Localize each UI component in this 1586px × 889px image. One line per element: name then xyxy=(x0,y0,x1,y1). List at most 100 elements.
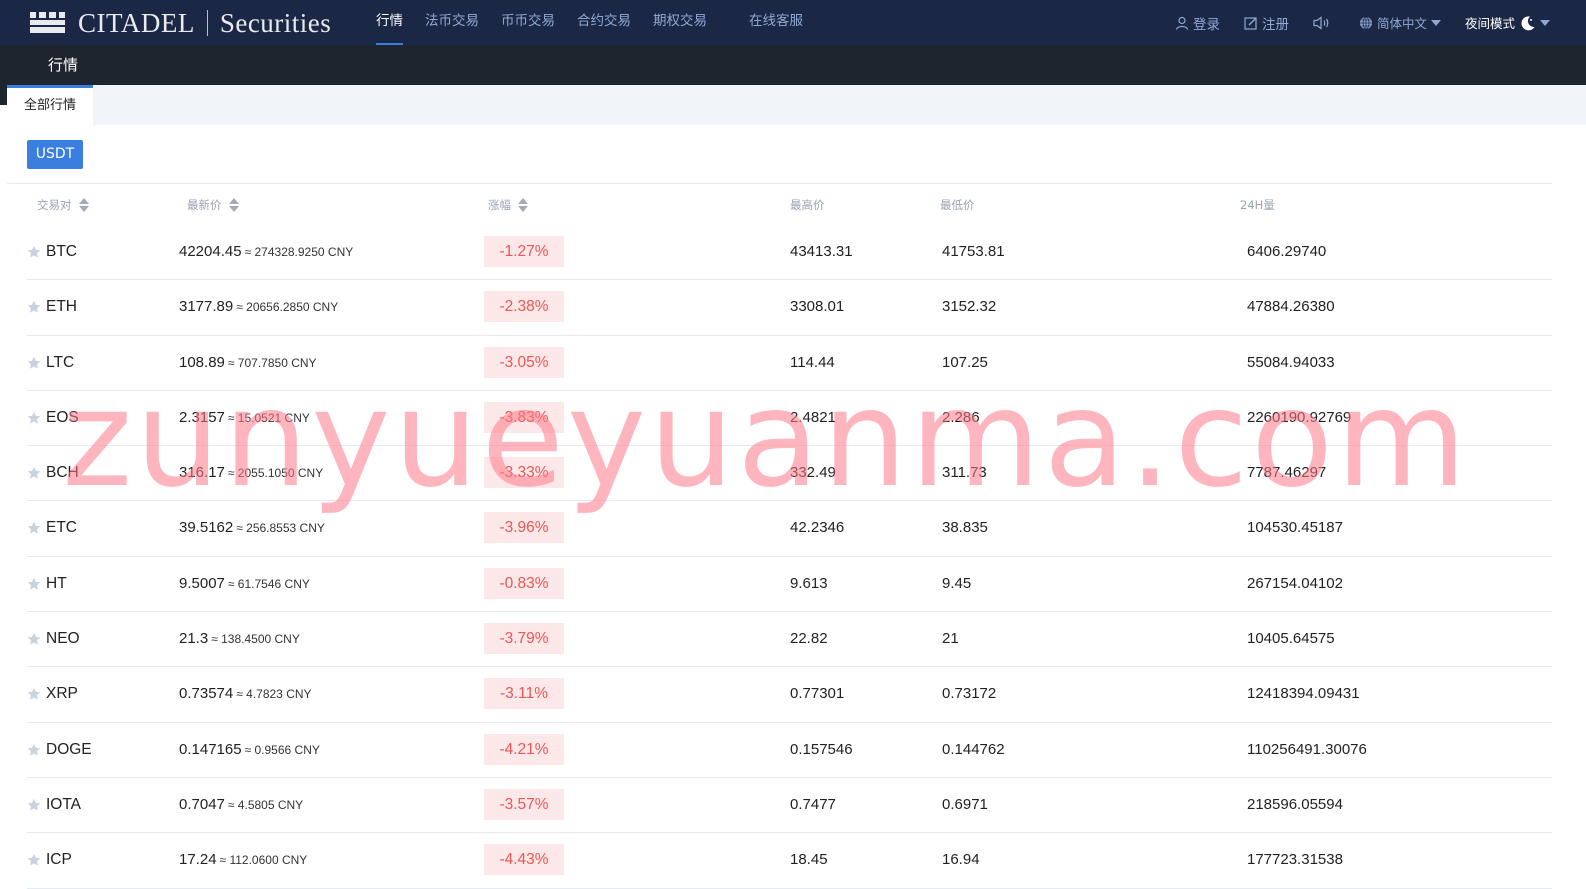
table-row[interactable]: DOGE 0.147165 ≈ 0.9566 CNY -4.21% 0.15754… xyxy=(27,723,1552,778)
last-price: 3177.89 ≈ 20656.2850 CNY xyxy=(179,280,338,334)
last-price: 2.3157 ≈ 15.0521 CNY xyxy=(179,391,310,445)
price-cny: ≈ 4.7823 CNY xyxy=(236,687,312,702)
nav-market[interactable]: 行情 xyxy=(376,0,403,45)
star-favorite-icon[interactable] xyxy=(27,743,41,757)
table-row[interactable]: BTC 42204.45 ≈ 274328.9250 CNY -1.27% 434… xyxy=(27,225,1552,281)
table-row[interactable]: HT 9.5007 ≈ 61.7546 CNY -0.83% 9.613 9.45… xyxy=(27,557,1552,613)
low-price: 21 xyxy=(942,630,959,648)
table-row[interactable]: NEO 21.3 ≈ 138.4500 CNY -3.79% 22.82 21 1… xyxy=(27,612,1552,668)
col-change[interactable]: 涨幅 xyxy=(488,197,528,213)
col-pair[interactable]: 交易对 xyxy=(37,197,89,213)
brand-subtitle: Securities xyxy=(219,7,332,38)
pair-symbol: BTC xyxy=(46,243,77,260)
low-price: 0.73172 xyxy=(942,685,997,703)
last-price: 0.73574 ≈ 4.7823 CNY xyxy=(179,667,312,721)
user-icon xyxy=(1175,16,1189,30)
register-label: 注册 xyxy=(1261,16,1289,33)
star-favorite-icon[interactable] xyxy=(27,853,41,867)
low-price: 0.144762 xyxy=(942,740,1005,758)
night-mode-toggle[interactable]: 夜间模式 xyxy=(1465,13,1550,32)
pair-symbol: DOGE xyxy=(46,740,92,758)
high-price: 0.77301 xyxy=(790,685,845,703)
sound-toggle[interactable] xyxy=(1313,15,1335,30)
table-row[interactable]: XRP 0.73574 ≈ 4.7823 CNY -3.11% 0.77301 0… xyxy=(27,667,1552,723)
col-change-label: 涨幅 xyxy=(488,198,511,212)
change-badge: -0.83% xyxy=(484,567,564,599)
nav-contract-trade[interactable]: 合约交易 xyxy=(577,0,631,45)
star-favorite-icon[interactable] xyxy=(27,687,41,701)
sort-icon[interactable] xyxy=(78,197,89,213)
col-volume: 24H量 xyxy=(1240,197,1275,213)
price-value: 108.89 xyxy=(179,353,225,371)
price-value: 316.17 xyxy=(179,464,225,482)
table-row[interactable]: ETC 39.5162 ≈ 256.8553 CNY -3.96% 42.2346… xyxy=(27,501,1552,557)
price-cny: ≈ 61.7546 CNY xyxy=(227,576,310,591)
table-row[interactable]: BCH 316.17 ≈ 2055.1050 CNY -3.33% 332.49 … xyxy=(27,446,1552,502)
price-value: 9.5007 xyxy=(179,574,225,592)
last-price: 42204.45 ≈ 274328.9250 CNY xyxy=(179,225,353,279)
nav-spot-trade[interactable]: 币币交易 xyxy=(501,0,555,45)
register-link[interactable]: 注册 xyxy=(1244,13,1289,33)
star-favorite-icon[interactable] xyxy=(27,798,41,812)
high-price: 9.613 xyxy=(790,574,828,592)
brand-logo[interactable]: CITADEL Securities xyxy=(30,8,331,38)
price-cny: ≈ 20656.2850 CNY xyxy=(236,300,339,315)
volume-24h: 104530.45187 xyxy=(1247,519,1343,537)
sort-icon[interactable] xyxy=(228,197,239,213)
star-favorite-icon[interactable] xyxy=(27,521,41,535)
volume-24h: 55084.94033 xyxy=(1247,353,1335,371)
page-header: 行情 xyxy=(0,45,1586,85)
star-favorite-icon[interactable] xyxy=(27,356,41,370)
table-row[interactable]: IOTA 0.7047 ≈ 4.5805 CNY -3.57% 0.7477 0.… xyxy=(27,778,1552,834)
price-cny: ≈ 0.9566 CNY xyxy=(244,742,320,757)
table-header: 交易对 最新价 涨幅 最高价 最低价 24H量 xyxy=(7,184,1552,225)
language-select[interactable]: 简体中文 xyxy=(1359,13,1441,32)
volume-24h: 218596.05594 xyxy=(1247,795,1343,813)
chevron-down-icon xyxy=(1540,19,1550,26)
quote-usdt-button[interactable]: USDT xyxy=(27,140,83,169)
low-price: 107.25 xyxy=(942,353,988,371)
change-badge: -1.27% xyxy=(484,236,564,267)
price-value: 0.7047 xyxy=(179,795,225,813)
sort-icon[interactable] xyxy=(518,197,528,213)
table-row[interactable]: ETH 3177.89 ≈ 20656.2850 CNY -2.38% 3308.… xyxy=(27,280,1552,336)
volume-24h: 267154.04102 xyxy=(1247,574,1343,592)
star-favorite-icon[interactable] xyxy=(27,577,41,591)
castle-logo-icon xyxy=(30,12,70,34)
col-low: 最低价 xyxy=(940,197,975,213)
user-nav: 登录 注册 简体中文 夜间模式 xyxy=(1151,0,1550,45)
nav-fiat-trade[interactable]: 法币交易 xyxy=(425,0,479,45)
price-value: 42204.45 xyxy=(179,243,242,260)
price-value: 3177.89 xyxy=(179,298,234,316)
change-badge: -3.57% xyxy=(484,788,564,820)
main-nav: 行情 法币交易 币币交易 合约交易 期权交易 在线客服 xyxy=(376,0,825,45)
low-price: 0.6971 xyxy=(942,795,988,813)
pair-symbol: ETH xyxy=(46,298,77,316)
star-favorite-icon[interactable] xyxy=(27,466,41,480)
star-favorite-icon[interactable] xyxy=(27,632,41,646)
table-row[interactable]: LTC 108.89 ≈ 707.7850 CNY -3.05% 114.44 1… xyxy=(27,336,1552,391)
high-price: 114.44 xyxy=(790,353,835,371)
price-value: 17.24 xyxy=(179,851,217,869)
table-row[interactable]: EOS 2.3157 ≈ 15.0521 CNY -3.83% 2.4821 2.… xyxy=(27,391,1552,447)
login-link[interactable]: 登录 xyxy=(1175,13,1220,33)
volume-24h: 12418394.09431 xyxy=(1247,685,1360,703)
star-favorite-icon[interactable] xyxy=(27,300,41,314)
col-high-label: 最高价 xyxy=(790,198,825,212)
pair-symbol: EOS xyxy=(46,408,79,426)
market-tabs: 全部行情 xyxy=(7,85,1586,125)
moon-icon xyxy=(1521,15,1535,30)
nav-options-trade[interactable]: 期权交易 xyxy=(653,0,707,45)
star-favorite-icon[interactable] xyxy=(27,411,41,425)
star-favorite-icon[interactable] xyxy=(27,245,41,259)
tab-all-markets[interactable]: 全部行情 xyxy=(7,85,93,125)
nav-online-support[interactable]: 在线客服 xyxy=(749,0,803,45)
chevron-down-icon xyxy=(1430,19,1441,26)
table-row[interactable]: ICP 17.24 ≈ 112.0600 CNY -4.43% 18.45 16.… xyxy=(27,833,1552,889)
price-value: 39.5162 xyxy=(179,519,234,537)
page-title: 行情 xyxy=(48,56,79,74)
low-price: 9.45 xyxy=(942,574,972,592)
col-price[interactable]: 最新价 xyxy=(187,197,239,213)
price-cny: ≈ 138.4500 CNY xyxy=(211,632,300,647)
volume-24h: 110256491.30076 xyxy=(1247,740,1367,758)
